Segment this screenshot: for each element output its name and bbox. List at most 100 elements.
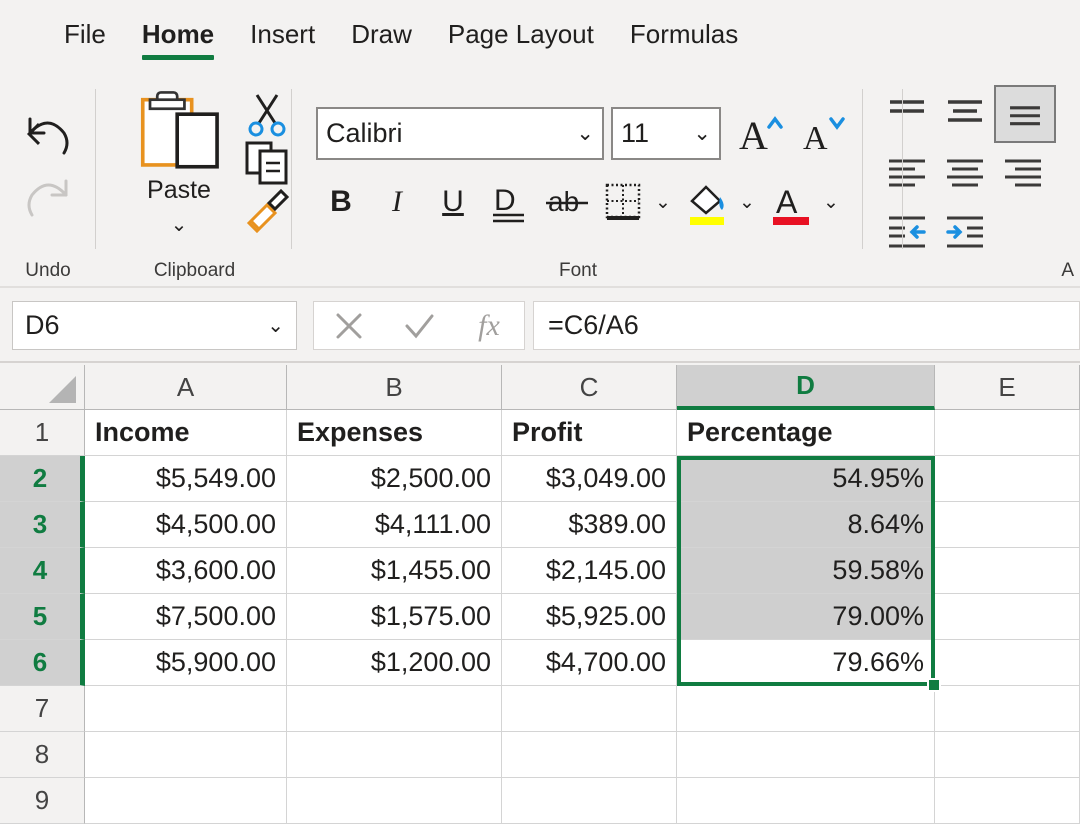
cell-A7[interactable] bbox=[85, 686, 287, 732]
cell-B9[interactable] bbox=[287, 778, 502, 824]
cell-C7[interactable] bbox=[502, 686, 677, 732]
align-left-icon[interactable] bbox=[880, 153, 934, 199]
cell-D6[interactable]: 79.66% bbox=[677, 640, 935, 686]
fill-color-dropdown-caret[interactable]: ⌄ bbox=[734, 177, 760, 227]
cell-C2[interactable]: $3,049.00 bbox=[502, 456, 677, 502]
row-header-8[interactable]: 8 bbox=[0, 732, 85, 778]
ribbon-tab-page-layout[interactable]: Page Layout bbox=[430, 0, 612, 68]
chevron-down-icon[interactable]: ⌄ bbox=[693, 121, 711, 146]
strikethrough-button[interactable]: ab bbox=[540, 177, 594, 227]
cell-B3[interactable]: $4,111.00 bbox=[287, 502, 502, 548]
cell-B2[interactable]: $2,500.00 bbox=[287, 456, 502, 502]
chevron-down-icon[interactable]: ⌄ bbox=[576, 121, 594, 146]
italic-button[interactable]: I bbox=[372, 177, 422, 227]
cell-D7[interactable] bbox=[677, 686, 935, 732]
cell-E4[interactable] bbox=[935, 548, 1080, 594]
cell-E1[interactable] bbox=[935, 410, 1080, 456]
cell-E5[interactable] bbox=[935, 594, 1080, 640]
select-all-button[interactable] bbox=[0, 365, 85, 410]
ribbon-tab-insert[interactable]: Insert bbox=[232, 0, 333, 68]
fill-color-button[interactable] bbox=[682, 177, 732, 227]
cell-D5[interactable]: 79.00% bbox=[677, 594, 935, 640]
cell-B5[interactable]: $1,575.00 bbox=[287, 594, 502, 640]
undo-icon[interactable] bbox=[18, 107, 78, 163]
cell-D9[interactable] bbox=[677, 778, 935, 824]
cell-E6[interactable] bbox=[935, 640, 1080, 686]
cell-A3[interactable]: $4,500.00 bbox=[85, 502, 287, 548]
cell-D2[interactable]: 54.95% bbox=[677, 456, 935, 502]
cell-E7[interactable] bbox=[935, 686, 1080, 732]
cancel-formula-button[interactable] bbox=[319, 302, 379, 349]
borders-dropdown-caret[interactable]: ⌄ bbox=[650, 177, 676, 227]
column-header-C[interactable]: C bbox=[502, 365, 677, 410]
bold-button[interactable]: B bbox=[316, 177, 366, 227]
formula-input[interactable]: =C6/A6 bbox=[533, 301, 1080, 350]
row-header-1[interactable]: 1 bbox=[0, 410, 85, 456]
row-header-2[interactable]: 2 bbox=[0, 456, 85, 502]
cell-A6[interactable]: $5,900.00 bbox=[85, 640, 287, 686]
increase-indent-icon[interactable] bbox=[938, 211, 992, 257]
column-header-D[interactable]: D bbox=[677, 365, 935, 410]
row-header-7[interactable]: 7 bbox=[0, 686, 85, 732]
paste-button[interactable]: Paste ⌄ bbox=[125, 87, 233, 235]
align-bottom-icon[interactable] bbox=[994, 85, 1056, 143]
decrease-indent-icon[interactable] bbox=[880, 211, 934, 257]
cell-C1[interactable]: Profit bbox=[502, 410, 677, 456]
decrease-font-size-button[interactable]: A bbox=[795, 107, 851, 160]
cell-D1[interactable]: Percentage bbox=[677, 410, 935, 456]
font-name-combobox[interactable]: Calibri ⌄ bbox=[316, 107, 604, 160]
font-color-dropdown-caret[interactable]: ⌄ bbox=[818, 177, 844, 227]
cell-E2[interactable] bbox=[935, 456, 1080, 502]
row-header-6[interactable]: 6 bbox=[0, 640, 85, 686]
cell-C9[interactable] bbox=[502, 778, 677, 824]
cell-C4[interactable]: $2,145.00 bbox=[502, 548, 677, 594]
align-center-icon[interactable] bbox=[938, 153, 992, 199]
cell-A9[interactable] bbox=[85, 778, 287, 824]
align-right-icon[interactable] bbox=[996, 153, 1050, 199]
cell-E9[interactable] bbox=[935, 778, 1080, 824]
borders-button[interactable] bbox=[598, 177, 648, 227]
ribbon-tab-formulas[interactable]: Formulas bbox=[612, 0, 756, 68]
cell-D8[interactable] bbox=[677, 732, 935, 778]
underline-button[interactable]: U bbox=[428, 177, 478, 227]
cell-D3[interactable]: 8.64% bbox=[677, 502, 935, 548]
row-header-4[interactable]: 4 bbox=[0, 548, 85, 594]
ribbon-tab-draw[interactable]: Draw bbox=[333, 0, 430, 68]
cell-E3[interactable] bbox=[935, 502, 1080, 548]
cell-B1[interactable]: Expenses bbox=[287, 410, 502, 456]
cell-B8[interactable] bbox=[287, 732, 502, 778]
align-top-icon[interactable] bbox=[880, 91, 934, 137]
format-painter-icon[interactable] bbox=[243, 187, 291, 233]
cell-D4[interactable]: 59.58% bbox=[677, 548, 935, 594]
increase-font-size-button[interactable]: A bbox=[733, 107, 789, 160]
paste-dropdown-caret[interactable]: ⌄ bbox=[171, 215, 188, 235]
cell-C5[interactable]: $5,925.00 bbox=[502, 594, 677, 640]
redo-icon[interactable] bbox=[18, 169, 78, 225]
fill-handle[interactable] bbox=[927, 678, 941, 692]
cell-C3[interactable]: $389.00 bbox=[502, 502, 677, 548]
cell-C8[interactable] bbox=[502, 732, 677, 778]
cell-C6[interactable]: $4,700.00 bbox=[502, 640, 677, 686]
insert-function-icon[interactable]: fx bbox=[459, 302, 519, 349]
ribbon-tab-home[interactable]: Home bbox=[124, 0, 232, 68]
row-header-5[interactable]: 5 bbox=[0, 594, 85, 640]
cell-A8[interactable] bbox=[85, 732, 287, 778]
cell-A5[interactable]: $7,500.00 bbox=[85, 594, 287, 640]
font-color-button[interactable]: A bbox=[766, 177, 816, 227]
cell-A2[interactable]: $5,549.00 bbox=[85, 456, 287, 502]
font-size-combobox[interactable]: 11 ⌄ bbox=[611, 107, 721, 160]
row-header-3[interactable]: 3 bbox=[0, 502, 85, 548]
chevron-down-icon[interactable]: ⌄ bbox=[267, 313, 284, 338]
name-box[interactable]: D6 ⌄ bbox=[12, 301, 297, 350]
double-underline-button[interactable]: D bbox=[484, 177, 534, 227]
cut-icon[interactable] bbox=[243, 91, 291, 137]
cell-B7[interactable] bbox=[287, 686, 502, 732]
cell-B6[interactable]: $1,200.00 bbox=[287, 640, 502, 686]
align-middle-icon[interactable] bbox=[938, 91, 992, 137]
row-header-9[interactable]: 9 bbox=[0, 778, 85, 824]
enter-formula-button[interactable] bbox=[389, 302, 449, 349]
cell-E8[interactable] bbox=[935, 732, 1080, 778]
copy-icon[interactable] bbox=[243, 139, 291, 185]
column-header-A[interactable]: A bbox=[85, 365, 287, 410]
cell-A4[interactable]: $3,600.00 bbox=[85, 548, 287, 594]
